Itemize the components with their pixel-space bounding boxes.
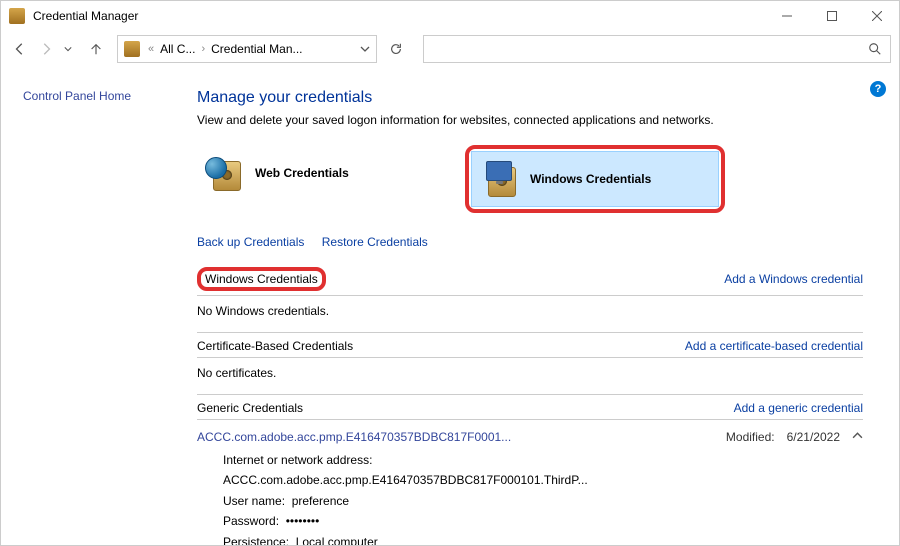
credential-tabs: Web Credentials Windows Credentials xyxy=(197,145,863,213)
restore-credentials-link[interactable]: Restore Credentials xyxy=(322,235,428,249)
detail-password-label: Password: xyxy=(223,514,279,528)
breadcrumb-icon xyxy=(124,41,140,57)
add-certificate-credential-link[interactable]: Add a certificate-based credential xyxy=(685,339,863,353)
detail-address-label: Internet or network address: xyxy=(223,453,372,467)
maximize-button[interactable] xyxy=(809,1,854,31)
breadcrumb-current[interactable]: Credential Man... xyxy=(209,42,304,56)
search-icon xyxy=(868,42,882,56)
web-credentials-label: Web Credentials xyxy=(255,166,349,180)
certificate-credentials-empty: No certificates. xyxy=(197,364,863,395)
detail-persistence-label: Persistence: xyxy=(223,535,289,545)
page-subtext: View and delete your saved logon informa… xyxy=(197,113,863,127)
detail-password-value: •••••••• xyxy=(286,514,320,528)
generic-credentials-title: Generic Credentials xyxy=(197,401,303,415)
generic-credentials-section: Generic Credentials Add a generic creden… xyxy=(197,401,863,545)
credential-entry-details: Internet or network address: ACCC.com.ad… xyxy=(197,446,863,545)
search-input[interactable] xyxy=(423,35,891,63)
detail-address-value: ACCC.com.adobe.acc.pmp.E416470357BDBC817… xyxy=(223,473,588,487)
chevron-right-icon: › xyxy=(199,43,207,55)
detail-persistence-value: Local computer xyxy=(296,535,378,545)
detail-username-value: preference xyxy=(292,494,349,508)
control-panel-home-link[interactable]: Control Panel Home xyxy=(23,89,131,103)
chevron-up-icon[interactable] xyxy=(852,430,863,444)
credential-modified-value: 6/21/2022 xyxy=(787,430,840,444)
add-generic-credential-link[interactable]: Add a generic credential xyxy=(734,401,863,415)
minimize-button[interactable] xyxy=(764,1,809,31)
breadcrumb[interactable]: « All C... › Credential Man... xyxy=(117,35,377,63)
window-root: Credential Manager « All C... › Credenti… xyxy=(0,0,900,546)
certificate-credentials-section: Certificate-Based Credentials Add a cert… xyxy=(197,339,863,395)
sidebar: Control Panel Home ? xyxy=(1,67,181,545)
credential-actions: Back up Credentials Restore Credentials xyxy=(197,235,863,249)
breadcrumb-root[interactable]: All C... xyxy=(158,42,197,56)
windows-credentials-tab[interactable]: Windows Credentials xyxy=(471,151,719,207)
breadcrumb-overflow-icon[interactable]: « xyxy=(146,43,156,55)
window-controls xyxy=(764,1,899,31)
detail-username-label: User name: xyxy=(223,494,285,508)
back-button[interactable] xyxy=(9,38,31,60)
breadcrumb-dropdown-button[interactable] xyxy=(356,44,374,54)
credential-entry-name: ACCC.com.adobe.acc.pmp.E416470357BDBC817… xyxy=(197,430,511,444)
page-heading: Manage your credentials xyxy=(197,89,863,107)
annotation-highlight: Windows Credentials xyxy=(465,145,725,213)
main-content: Manage your credentials View and delete … xyxy=(181,67,899,545)
annotation-highlight: Windows Credentials xyxy=(197,267,326,291)
certificate-credentials-title: Certificate-Based Credentials xyxy=(197,339,353,353)
forward-button[interactable] xyxy=(35,38,57,60)
web-credentials-tab[interactable]: Web Credentials xyxy=(197,145,445,201)
windows-credentials-label: Windows Credentials xyxy=(530,172,651,186)
up-button[interactable] xyxy=(85,38,107,60)
windows-credentials-icon xyxy=(482,159,522,199)
body: Control Panel Home ? Manage your credent… xyxy=(1,67,899,545)
navbar: « All C... › Credential Man... xyxy=(1,31,899,67)
credential-entry-row[interactable]: ACCC.com.adobe.acc.pmp.E416470357BDBC817… xyxy=(197,428,863,446)
windows-credentials-section: Windows Credentials Add a Windows creden… xyxy=(197,267,863,333)
app-icon xyxy=(9,8,25,24)
close-button[interactable] xyxy=(854,1,899,31)
web-credentials-icon xyxy=(207,153,247,193)
recent-locations-button[interactable] xyxy=(61,45,75,53)
help-icon[interactable]: ? xyxy=(870,81,886,97)
windows-credentials-empty: No Windows credentials. xyxy=(197,302,863,333)
generic-credentials-body: ACCC.com.adobe.acc.pmp.E416470357BDBC817… xyxy=(197,426,863,545)
backup-credentials-link[interactable]: Back up Credentials xyxy=(197,235,304,249)
refresh-button[interactable] xyxy=(381,35,411,63)
credential-modified-label: Modified: xyxy=(726,430,775,444)
titlebar: Credential Manager xyxy=(1,1,899,31)
windows-credentials-section-title: Windows Credentials xyxy=(205,272,318,286)
add-windows-credential-link[interactable]: Add a Windows credential xyxy=(724,272,863,286)
window-title: Credential Manager xyxy=(33,9,138,23)
